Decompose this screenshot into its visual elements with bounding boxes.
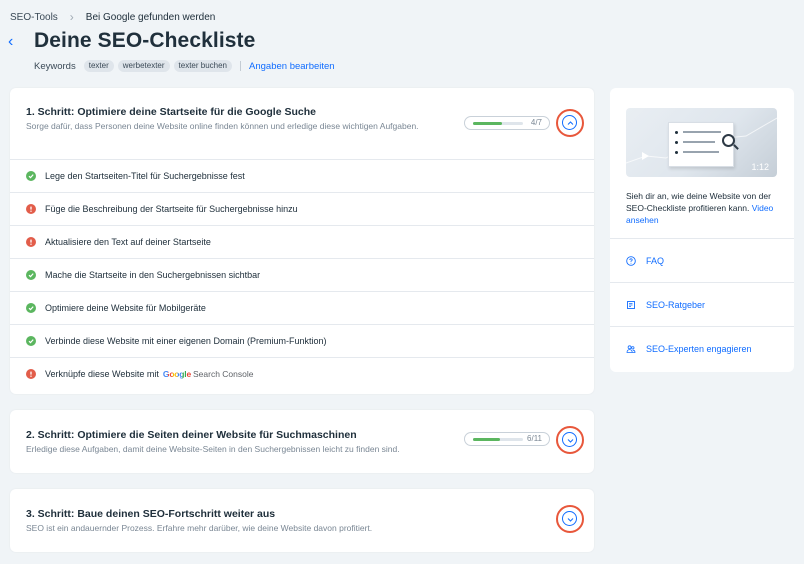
keyword-tag: texter bbox=[83, 60, 114, 72]
step-3-title: 3. Schritt: Baue deinen SEO-Fortschritt … bbox=[26, 508, 276, 520]
progress-track bbox=[473, 438, 523, 441]
step-2-progress: 6/11 bbox=[464, 432, 550, 446]
progress-count: 6/11 bbox=[527, 434, 542, 443]
sidebar-item-label: FAQ bbox=[646, 255, 665, 266]
chevron-up-icon bbox=[562, 115, 577, 130]
task-row[interactable]: Verbinde diese Website mit einer eigenen… bbox=[10, 324, 594, 357]
task-row[interactable]: Verknüpfe diese Website mit Google Searc… bbox=[10, 357, 594, 390]
keywords-bar: Keywords texter werbetexter texter buche… bbox=[34, 60, 335, 72]
back-arrow-icon[interactable]: ‹ bbox=[8, 33, 22, 51]
step-3-expand-button[interactable] bbox=[556, 505, 584, 533]
breadcrumb-seo-tools[interactable]: SEO-Tools bbox=[10, 12, 58, 23]
task-label: Verknüpfe diese Website mit bbox=[45, 369, 159, 379]
sidebar-item-seo-guide[interactable]: SEO-Ratgeber bbox=[610, 282, 794, 326]
task-row[interactable]: Füge die Beschreibung der Startseite für… bbox=[10, 192, 594, 225]
task-row[interactable]: Optimiere deine Website für Mobilgeräte bbox=[10, 291, 594, 324]
step-2-expand-button[interactable] bbox=[556, 426, 584, 454]
play-icon bbox=[642, 152, 649, 160]
search-console-text: Search Console bbox=[192, 369, 254, 379]
sidebar-item-faq[interactable]: FAQ bbox=[610, 238, 794, 282]
page-title: Deine SEO-Checkliste bbox=[34, 29, 256, 52]
check-circle-icon bbox=[26, 303, 36, 313]
edit-details-link[interactable]: Angaben bearbeiten bbox=[249, 61, 335, 72]
chevron-down-icon bbox=[562, 511, 577, 526]
video-description: Sieh dir an, wie deine Website von der S… bbox=[626, 190, 781, 226]
task-row[interactable]: Lege den Startseiten-Titel für Suchergeb… bbox=[10, 159, 594, 192]
breadcrumb-current: Bei Google gefunden werden bbox=[85, 11, 216, 23]
task-label: Optimiere deine Website für Mobilgeräte bbox=[45, 303, 206, 313]
step-1-subtitle: Sorge dafür, dass Personen deine Website… bbox=[26, 121, 419, 131]
breadcrumb-separator-icon: › bbox=[69, 10, 74, 24]
check-circle-icon bbox=[26, 171, 36, 181]
step-1-title: 1. Schritt: Optimiere deine Startseite f… bbox=[26, 106, 316, 118]
alert-circle-icon bbox=[26, 369, 36, 379]
google-search-console-logo: Google Search Console bbox=[163, 369, 254, 379]
step-2-title: 2. Schritt: Optimiere die Seiten deiner … bbox=[26, 429, 357, 441]
chevron-down-icon bbox=[562, 432, 577, 447]
step-1-task-list: Lege den Startseiten-Titel für Suchergeb… bbox=[10, 159, 594, 390]
sidebar-item-label: SEO-Ratgeber bbox=[646, 299, 706, 310]
task-label: Mache die Startseite in den Suchergebnis… bbox=[45, 270, 261, 280]
breadcrumb: SEO-Tools › Bei Google gefunden werden bbox=[10, 10, 215, 24]
google-logo-text: Google bbox=[162, 369, 191, 379]
book-icon bbox=[627, 300, 635, 309]
sidebar-item-label: SEO-Experten engagieren bbox=[646, 343, 752, 354]
step-1-collapse-button[interactable] bbox=[556, 109, 584, 137]
task-row[interactable]: Aktualisiere den Text auf deiner Startse… bbox=[10, 225, 594, 258]
progress-fill bbox=[473, 438, 501, 441]
keywords-label: Keywords bbox=[34, 60, 76, 72]
progress-count: 4/7 bbox=[530, 118, 542, 127]
check-circle-icon bbox=[26, 336, 36, 346]
people-icon bbox=[626, 344, 636, 353]
step-3-card: 3. Schritt: Baue deinen SEO-Fortschritt … bbox=[10, 489, 594, 552]
video-description-text: Sieh dir an, wie deine Website von der S… bbox=[626, 191, 771, 213]
step-1-progress: 4/7 bbox=[464, 116, 550, 130]
sidebar-item-hire-experts[interactable]: SEO-Experten engagieren bbox=[610, 326, 794, 370]
help-sidebar: 1:12 Sieh dir an, wie deine Website von … bbox=[610, 88, 794, 372]
step-1-card: 1. Schritt: Optimiere deine Startseite f… bbox=[10, 88, 594, 394]
keywords-divider bbox=[240, 61, 242, 71]
progress-fill bbox=[473, 122, 502, 125]
step-2-subtitle: Erledige diese Aufgaben, damit deine Web… bbox=[26, 444, 400, 454]
step-3-subtitle: SEO ist ein andauernder Prozess. Erfahre… bbox=[26, 523, 373, 533]
progress-track bbox=[473, 122, 523, 125]
keyword-tag: werbetexter bbox=[117, 60, 170, 72]
task-label: Verbinde diese Website mit einer eigenen… bbox=[45, 336, 327, 346]
alert-circle-icon bbox=[26, 237, 36, 247]
keyword-tag: texter buchen bbox=[173, 60, 233, 72]
task-label: Füge die Beschreibung der Startseite für… bbox=[45, 204, 298, 214]
alert-circle-icon bbox=[26, 204, 36, 214]
task-label: Lege den Startseiten-Titel für Suchergeb… bbox=[45, 171, 245, 181]
check-circle-icon bbox=[26, 270, 36, 280]
video-duration: 1:12 bbox=[751, 162, 769, 172]
task-row[interactable]: Mache die Startseite in den Suchergebnis… bbox=[10, 258, 594, 291]
video-thumbnail[interactable]: 1:12 bbox=[626, 108, 777, 177]
task-label: Aktualisiere den Text auf deiner Startse… bbox=[45, 237, 211, 247]
step-2-card: 2. Schritt: Optimiere die Seiten deiner … bbox=[10, 410, 594, 473]
question-icon bbox=[626, 255, 636, 266]
